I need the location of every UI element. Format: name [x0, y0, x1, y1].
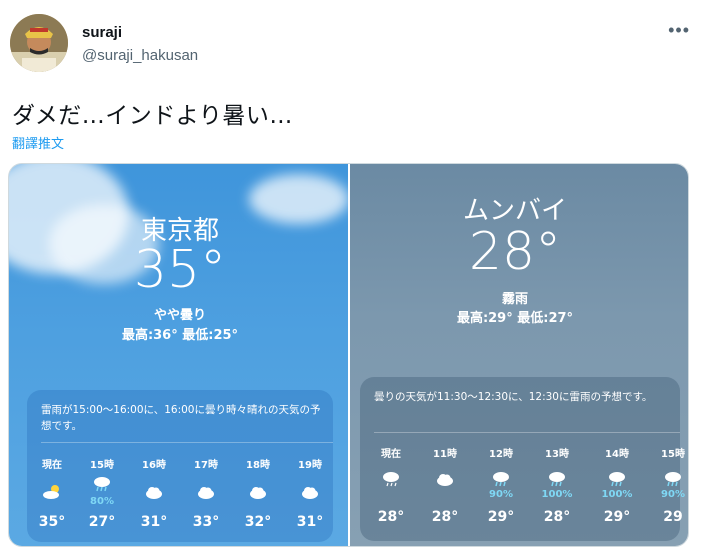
media-image-mumbai[interactable]: ムンバイ 28° 霧雨 最高:29° 最低:27° 曇りの天気が11:30～12… — [350, 164, 688, 546]
hour-label: 14時 — [605, 449, 629, 460]
hour-column: 17時 33° — [183, 454, 229, 538]
hour-column: 16時 31° — [131, 454, 177, 538]
cloud-icon — [198, 487, 214, 499]
cloud-icon — [146, 487, 162, 499]
cloud-icon — [302, 487, 318, 499]
avatar[interactable] — [10, 14, 68, 72]
hour-label: 現在 — [381, 449, 401, 460]
tweet-header: suraji @suraji_hakusan ••• — [10, 14, 696, 74]
precipitation-chance: 100% — [541, 489, 573, 500]
media-attachment[interactable]: 東京都 35° やや曇り 最高:36° 最低:25° 雷雨が15:00～16:0… — [8, 163, 689, 547]
hour-column: 現在 35° — [29, 454, 75, 538]
cloud-icon — [250, 487, 266, 499]
hour-label: 13時 — [545, 449, 569, 460]
hour-temperature: 31° — [140, 514, 168, 530]
thunder-rain-icon — [665, 472, 681, 487]
hour-column: 13時 100% 28° — [534, 443, 580, 537]
thunder-rain-icon — [609, 472, 625, 487]
drizzle-icon — [383, 472, 399, 487]
precipitation-chance: 90% — [489, 489, 513, 500]
hour-temperature: 33° — [192, 514, 220, 530]
hour-label: 17時 — [194, 460, 218, 471]
translate-link[interactable]: 翻譯推文 — [12, 133, 64, 152]
forecast-summary: 雷雨が15:00～16:00に、16:00に曇り時々晴れの天気の予想です。 — [41, 404, 321, 432]
hour-temperature: 35° — [38, 514, 66, 530]
hour-column: 18時 32° — [235, 454, 281, 538]
hour-temperature: 32° — [244, 514, 272, 530]
weather-condition: やや曇り — [153, 308, 206, 323]
hour-temperature: 27° — [88, 514, 116, 530]
more-options-icon[interactable]: ••• — [668, 20, 690, 41]
cloud-icon — [437, 474, 453, 486]
hourly-forecast-card: 曇りの天気が11:30～12:30に、12:30に雷雨の予想です。 現在 28°… — [360, 377, 685, 541]
precipitation-chance: 90% — [661, 489, 685, 500]
hour-temperature: 28° — [377, 509, 405, 525]
hour-temperature: 31° — [296, 514, 324, 530]
hour-column: 11時 28° — [422, 443, 468, 537]
hourly-forecast-card: 雷雨が15:00～16:00に、16:00に曇り時々晴れの天気の予想です。 現在… — [27, 390, 333, 542]
hour-temperature: 28° — [431, 509, 459, 525]
hour-temperature: 28° — [543, 509, 571, 525]
hour-column: 15時 80% 27° — [79, 454, 125, 538]
author-name[interactable]: suraji — [82, 24, 122, 41]
hour-column: 19時 31° — [287, 454, 333, 538]
hour-column: 14時 100% 29° — [594, 443, 640, 537]
hour-column: 12時 90% 29° — [478, 443, 524, 537]
thunder-rain-icon — [94, 477, 110, 492]
hour-label: 19時 — [298, 460, 322, 471]
tweet-text: ダメだ…インドより暑い… — [12, 103, 293, 129]
divider — [41, 442, 333, 443]
hour-label: 現在 — [42, 460, 62, 471]
hour-label: 12時 — [489, 449, 513, 460]
high-low-temperature: 最高:29° 最低:27° — [456, 311, 574, 326]
partly-sunny-icon — [43, 485, 59, 499]
hour-label: 15時 — [661, 449, 685, 460]
weather-condition: 霧雨 — [501, 292, 528, 307]
precipitation-chance: 100% — [601, 489, 633, 500]
media-image-tokyo[interactable]: 東京都 35° やや曇り 最高:36° 最低:25° 雷雨が15:00～16:0… — [9, 164, 348, 546]
hour-temperature: 29° — [603, 509, 631, 525]
thunder-rain-icon — [549, 472, 565, 487]
high-low-temperature: 最高:36° 最低:25° — [121, 328, 239, 343]
hour-column: 15時 90% 29 — [650, 443, 688, 537]
divider — [374, 432, 680, 433]
hour-label: 18時 — [246, 460, 270, 471]
hour-label: 11時 — [433, 449, 457, 460]
precipitation-chance: 80% — [90, 496, 114, 507]
hour-temperature: 29° — [487, 509, 515, 525]
forecast-summary: 曇りの天気が11:30～12:30に、12:30に雷雨の予想です。 — [374, 391, 653, 403]
current-temperature: 35° — [133, 240, 227, 300]
hour-column: 現在 28° — [368, 443, 414, 537]
hour-temperature: 29 — [663, 509, 683, 525]
current-temperature: 28° — [468, 222, 562, 282]
thunder-rain-icon — [493, 472, 509, 487]
author-handle[interactable]: @suraji_hakusan — [82, 47, 198, 64]
hour-label: 16時 — [142, 460, 166, 471]
hour-label: 15時 — [90, 460, 114, 471]
